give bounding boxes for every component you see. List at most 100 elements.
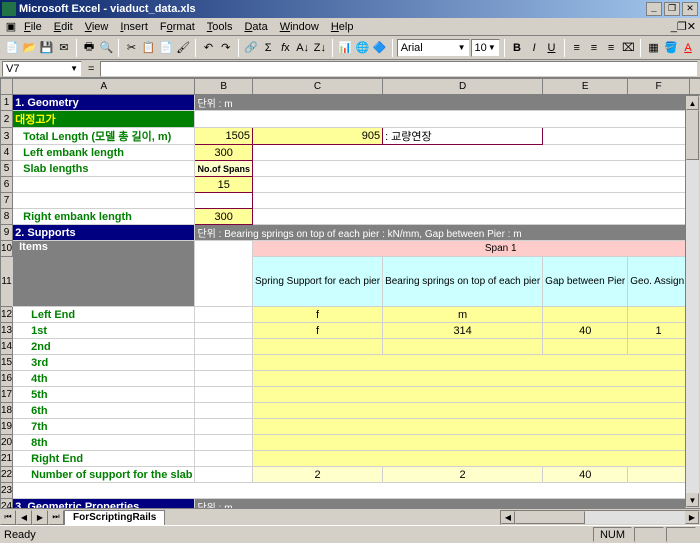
cell[interactable] <box>383 339 543 355</box>
scroll-down-button[interactable]: ▼ <box>686 493 699 507</box>
cell[interactable]: 1st <box>13 323 195 339</box>
function-button[interactable]: fx <box>277 38 293 58</box>
scroll-left-button[interactable]: ◀ <box>501 511 515 524</box>
cell[interactable] <box>195 193 253 209</box>
cell[interactable]: 4th <box>13 371 195 387</box>
row-header[interactable]: 22 <box>1 467 13 483</box>
horizontal-scrollbar[interactable]: ◀ ▶ <box>500 510 700 525</box>
row-header[interactable]: 17 <box>1 387 13 403</box>
cell[interactable]: 1. Geometry <box>13 95 195 111</box>
font-name-select[interactable]: Arial▼ <box>397 39 470 57</box>
row-header[interactable]: 4 <box>1 145 13 161</box>
row-header[interactable]: 1 <box>1 95 13 111</box>
cell[interactable] <box>195 323 253 339</box>
cell[interactable] <box>252 193 700 209</box>
borders-button[interactable]: ▦ <box>645 38 661 58</box>
cell[interactable]: 단위 : m <box>195 499 700 509</box>
row-header[interactable]: 5 <box>1 161 13 177</box>
row-header[interactable]: 10 <box>1 241 13 257</box>
row-header[interactable]: 11 <box>1 257 13 307</box>
col-header[interactable]: G <box>689 79 700 95</box>
cell[interactable]: Slab lengths <box>13 161 195 177</box>
tab-next-button[interactable]: ▶ <box>32 510 48 525</box>
cell[interactable]: 대정고가 <box>13 111 195 128</box>
cell[interactable]: Geo. Assign. <box>628 257 690 307</box>
menu-data[interactable]: Data <box>238 21 273 33</box>
italic-button[interactable]: I <box>526 38 542 58</box>
bold-button[interactable]: B <box>509 38 525 58</box>
cell[interactable]: 300 <box>195 145 253 161</box>
doc-close[interactable]: ✕ <box>687 20 696 33</box>
menu-insert[interactable]: Insert <box>114 21 154 33</box>
row-header[interactable]: 21 <box>1 451 13 467</box>
cell[interactable] <box>195 307 253 323</box>
row-header[interactable]: 7 <box>1 193 13 209</box>
cell[interactable] <box>195 111 700 128</box>
map-button[interactable]: 🌐 <box>354 38 370 58</box>
preview-button[interactable]: 🔍 <box>98 38 114 58</box>
row-header[interactable]: 6 <box>1 177 13 193</box>
col-header[interactable]: A <box>13 79 195 95</box>
cell[interactable]: 905 <box>252 128 382 145</box>
cell[interactable] <box>252 419 700 435</box>
cell[interactable] <box>252 371 700 387</box>
cell[interactable] <box>252 435 700 451</box>
cell[interactable]: 40 <box>543 467 628 483</box>
scroll-thumb[interactable] <box>515 511 585 524</box>
row-header[interactable]: 14 <box>1 339 13 355</box>
cell[interactable] <box>195 467 253 483</box>
cell[interactable] <box>195 241 253 307</box>
cell[interactable] <box>195 355 253 371</box>
font-size-select[interactable]: 10▼ <box>471 39 500 57</box>
drawing-button[interactable]: 🔷 <box>371 38 387 58</box>
paste-button[interactable]: 📄 <box>158 38 174 58</box>
row-header[interactable]: 9 <box>1 225 13 241</box>
cell[interactable] <box>252 209 700 225</box>
cell[interactable]: m <box>383 307 543 323</box>
sort-asc-button[interactable]: A↓ <box>295 38 311 58</box>
cell[interactable]: f <box>252 307 382 323</box>
cell[interactable] <box>252 355 700 371</box>
scroll-up-button[interactable]: ▲ <box>686 96 699 110</box>
fill-color-button[interactable]: 🪣 <box>663 38 679 58</box>
menu-file[interactable]: File <box>18 21 48 33</box>
cell[interactable]: 1 <box>628 323 690 339</box>
cell[interactable] <box>628 339 690 355</box>
cell[interactable]: 1505 <box>195 128 253 145</box>
cell[interactable]: 40 <box>543 323 628 339</box>
cell[interactable] <box>195 403 253 419</box>
underline-button[interactable]: U <box>543 38 559 58</box>
cell[interactable]: 8th <box>13 435 195 451</box>
cell[interactable] <box>252 145 700 161</box>
cell[interactable]: 300 <box>195 209 253 225</box>
sort-desc-button[interactable]: Z↓ <box>312 38 328 58</box>
menu-view[interactable]: View <box>79 21 115 33</box>
menu-tools[interactable]: Tools <box>201 21 239 33</box>
cell[interactable]: Number of support for the slab <box>13 467 195 483</box>
cell[interactable] <box>13 177 195 193</box>
cell[interactable]: 314 <box>383 323 543 339</box>
cell[interactable]: Total Length (모델 총 길이, m) <box>13 128 195 145</box>
open-button[interactable]: 📂 <box>21 38 37 58</box>
col-header[interactable]: F <box>628 79 690 95</box>
new-button[interactable]: 📄 <box>4 38 20 58</box>
cell[interactable]: f <box>252 323 382 339</box>
cell[interactable] <box>543 339 628 355</box>
cell[interactable] <box>13 193 195 209</box>
cell[interactable]: 15 <box>195 177 253 193</box>
cell[interactable]: 2 <box>252 467 382 483</box>
scroll-thumb[interactable] <box>686 110 699 160</box>
cell[interactable] <box>195 339 253 355</box>
cell[interactable] <box>195 451 253 467</box>
col-header[interactable]: B <box>195 79 253 95</box>
cell[interactable]: Right End <box>13 451 195 467</box>
tab-first-button[interactable]: ⏮ <box>0 510 16 525</box>
print-button[interactable]: 🖶 <box>81 38 97 58</box>
row-header[interactable]: 20 <box>1 435 13 451</box>
cell[interactable] <box>252 403 700 419</box>
name-box[interactable]: V7▼ <box>2 61 82 77</box>
tab-last-button[interactable]: ⏭ <box>48 510 64 525</box>
cell[interactable]: 단위 : Bearing springs on top of each pier… <box>195 225 700 241</box>
cell[interactable] <box>252 451 700 467</box>
cell[interactable] <box>195 387 253 403</box>
